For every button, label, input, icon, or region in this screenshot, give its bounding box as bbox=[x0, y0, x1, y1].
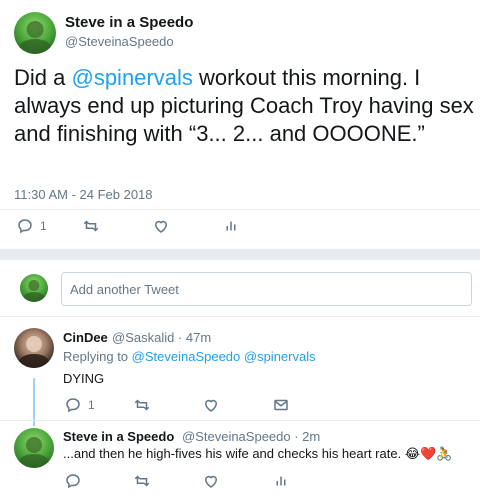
like-button[interactable] bbox=[202, 472, 220, 490]
timestamp-divider bbox=[0, 209, 480, 210]
reply-handle-text: @Saskalid bbox=[112, 330, 175, 345]
author-avatar[interactable] bbox=[14, 12, 56, 54]
like-button[interactable] bbox=[202, 396, 220, 414]
tweet-timestamp[interactable]: 11:30 AM - 24 Feb 2018 bbox=[14, 187, 153, 202]
replying-mentions[interactable]: @SteveinaSpeedo @spinervals bbox=[132, 349, 316, 364]
replying-prefix: Replying to bbox=[63, 349, 132, 364]
reply-button[interactable] bbox=[64, 472, 82, 490]
retweet-icon bbox=[134, 399, 150, 411]
analytics-button[interactable] bbox=[222, 217, 240, 235]
reply-count: 1 bbox=[88, 398, 95, 412]
reply-author-name[interactable]: Steve in a Speedo bbox=[63, 429, 174, 444]
reply-author-name[interactable]: CinDee bbox=[63, 330, 108, 345]
add-tweet-placeholder: Add another Tweet bbox=[70, 282, 179, 297]
retweet-icon bbox=[83, 220, 99, 232]
retweet-button[interactable] bbox=[133, 472, 151, 490]
replying-to: Replying to @SteveinaSpeedo @spinervals bbox=[63, 349, 316, 364]
analytics-icon bbox=[276, 476, 286, 486]
section-divider bbox=[0, 249, 480, 260]
envelope-icon bbox=[274, 399, 288, 411]
reply-author-handle[interactable]: @SteveinaSpeedo · 2m bbox=[182, 429, 320, 444]
thread-connector bbox=[33, 378, 35, 426]
reply-author-avatar[interactable] bbox=[14, 428, 54, 468]
reply-count: 1 bbox=[40, 219, 47, 233]
reply-icon bbox=[66, 398, 80, 413]
like-button[interactable] bbox=[152, 217, 170, 235]
heart-icon bbox=[204, 399, 218, 412]
author-name[interactable]: Steve in a Speedo bbox=[65, 14, 193, 31]
heart-icon bbox=[154, 220, 168, 233]
compose-avatar bbox=[20, 274, 48, 302]
tweet-text-before: Did a bbox=[14, 65, 72, 90]
reply-age: · 47m bbox=[177, 330, 212, 345]
direct-message-button[interactable] bbox=[272, 396, 290, 414]
retweet-button[interactable] bbox=[133, 396, 151, 414]
reply-button[interactable]: 1 bbox=[16, 217, 47, 235]
heart-icon bbox=[204, 475, 218, 488]
emoji-sequence: 😂❤️🚴 bbox=[404, 446, 453, 461]
analytics-button[interactable] bbox=[272, 472, 290, 490]
tweet-text: Did a @spinervals workout this morning. … bbox=[14, 64, 474, 148]
reply-text-body: ...and then he high-fives his wife and c… bbox=[63, 446, 402, 461]
reply-button[interactable]: 1 bbox=[64, 396, 95, 414]
reply-age: · 2m bbox=[294, 429, 321, 444]
reply-handle-text: @SteveinaSpeedo bbox=[182, 429, 291, 444]
compose-divider bbox=[0, 316, 480, 317]
retweet-icon bbox=[134, 475, 150, 487]
reply-icon bbox=[66, 474, 80, 489]
retweet-button[interactable] bbox=[82, 217, 100, 235]
reply-text: ...and then he high-fives his wife and c… bbox=[63, 446, 452, 462]
reply-icon bbox=[18, 219, 32, 234]
add-tweet-input[interactable]: Add another Tweet bbox=[61, 272, 472, 306]
reply-author-handle[interactable]: @Saskalid · 47m bbox=[112, 330, 211, 345]
author-handle[interactable]: @SteveinaSpeedo bbox=[65, 34, 174, 49]
analytics-icon bbox=[226, 221, 236, 231]
reply-author-avatar[interactable] bbox=[14, 328, 54, 368]
reply-divider bbox=[0, 420, 480, 421]
mention-link[interactable]: @spinervals bbox=[71, 65, 192, 90]
reply-text: DYING bbox=[63, 371, 105, 386]
